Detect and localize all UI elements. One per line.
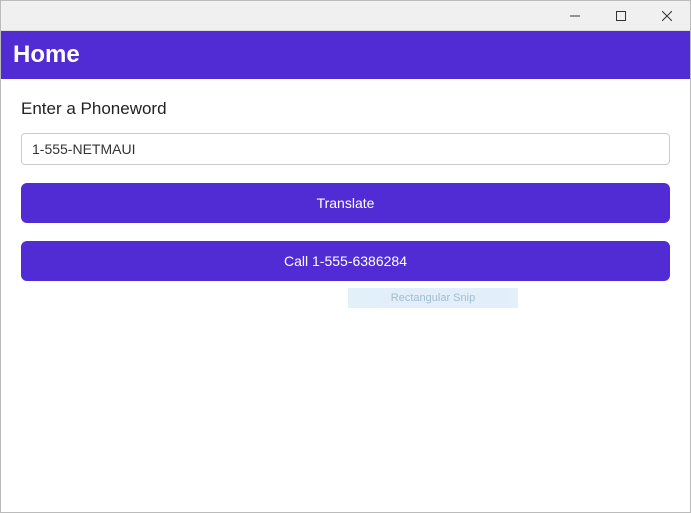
maximize-button[interactable] bbox=[598, 1, 644, 30]
phoneword-input[interactable] bbox=[21, 133, 670, 165]
minimize-icon bbox=[570, 11, 580, 21]
translate-button[interactable]: Translate bbox=[21, 183, 670, 223]
main-content: Enter a Phoneword Translate Call 1-555-6… bbox=[1, 79, 690, 319]
page-title: Home bbox=[13, 41, 80, 69]
close-button[interactable] bbox=[644, 1, 690, 30]
call-button[interactable]: Call 1-555-6386284 bbox=[21, 241, 670, 281]
maximize-icon bbox=[616, 11, 626, 21]
minimize-button[interactable] bbox=[552, 1, 598, 30]
snip-overlay-hint: Rectangular Snip bbox=[348, 288, 518, 308]
window-titlebar bbox=[1, 1, 690, 31]
phoneword-label: Enter a Phoneword bbox=[21, 99, 670, 119]
close-icon bbox=[662, 11, 672, 21]
app-header: Home bbox=[1, 31, 690, 79]
